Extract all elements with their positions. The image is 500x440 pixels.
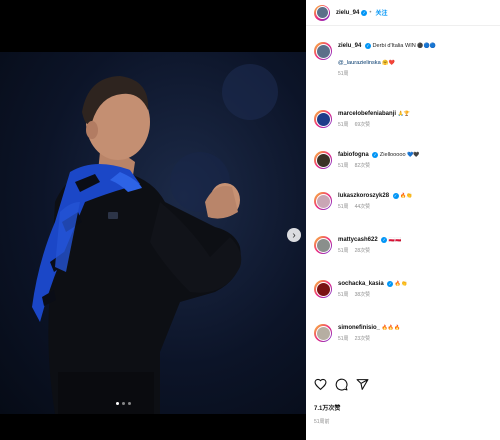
verified-badge-icon: ✓ [392,192,399,199]
comment-icon[interactable] [335,378,348,391]
commenter-avatar[interactable] [314,151,332,169]
likes-count[interactable]: 7.1万次赞 [314,403,340,412]
commenter-avatar[interactable] [314,236,332,254]
comment-time: 51周 [338,292,349,298]
author-username[interactable]: zielu_94 [336,10,359,16]
comment-username[interactable]: mattycash622 [338,237,378,243]
carousel-dot [122,402,125,405]
separator-dot: • [369,9,372,16]
player-illustration [32,64,278,414]
caption-username[interactable]: zielu_94 [338,43,361,49]
commenter-avatar[interactable] [314,280,332,298]
comment-time: 51周 [338,204,349,210]
comment-time: 51周 [338,163,349,169]
comment-likes[interactable]: 44次赞 [355,204,371,210]
caption-emoji-icons: ⚫🔵🔵 [417,43,437,49]
action-bar [314,378,369,391]
carousel-dot [116,402,119,405]
commenter-avatar[interactable] [314,324,332,342]
comment-emoji-icons: 🔥👏 [400,193,413,199]
verified-badge-icon: ✓ [387,280,394,287]
comment-likes[interactable]: 28次赞 [355,248,371,254]
comment-time: 51周 [338,336,349,342]
comment-time: 51周 [338,248,349,254]
caption-avatar[interactable] [314,42,332,60]
commenter-avatar[interactable] [314,192,332,210]
comment-item: fabiofogna ✓ Ziellooooo 💙🖤 51周 82次赞 [314,151,420,171]
post-header: zielu_94 ✓ • 关注 [306,0,500,26]
comment-item: lukaszkoroszyk28 ✓ 🔥👏 51周 44次赞 [314,192,413,212]
comment-emoji-icons: 🔥👏 [394,281,408,287]
comment-emoji-icons: 🙏🏆 [397,111,411,117]
comment-item: marcelobefeniabanji 🙏🏆 51周 69次赞 [314,110,410,130]
mention-emoji-icons: 🤗❤️ [382,60,395,66]
comments-panel: zielu_94 ✓ • 关注 zielu_94 ✓ Derbi d'Itali… [306,0,500,440]
author-avatar[interactable] [314,4,330,21]
next-arrow-icon[interactable]: › [287,228,301,242]
heart-icon[interactable] [314,378,327,391]
caption-text: Derbi d'Italia WIN [372,43,416,49]
comment-username[interactable]: sochacka_kasia [338,281,384,287]
comment-likes[interactable]: 82次赞 [355,163,371,169]
comment-likes[interactable]: 23次赞 [355,336,371,342]
comment-likes[interactable]: 69次赞 [355,122,371,128]
commenter-avatar[interactable] [314,110,332,128]
follow-button[interactable]: 关注 [375,8,387,17]
caption-mention[interactable]: @_laurazielinska [338,60,381,66]
carousel-dot [128,402,131,405]
post-modal: › zielu_94 ✓ • 关注 zielu_94 ✓ Derbi d'Ita… [0,0,500,440]
comment-likes[interactable]: 38次赞 [355,292,371,298]
post-photo[interactable] [0,52,306,414]
comment-emoji-icons: 🇵🇱🇵🇱 [388,237,402,243]
share-icon[interactable] [356,378,369,391]
comment-emoji-icons: 🔥🔥🔥 [381,325,401,331]
verified-badge-icon: ✓ [372,151,379,158]
comment-item: mattycash622 ✓ 🇵🇱🇵🇱 51周 28次赞 [314,236,401,256]
carousel-dots [116,402,131,405]
verified-badge-icon: ✓ [364,42,371,49]
comment-text: Ziellooooo [379,152,406,158]
post-date: 51周前 [314,419,330,425]
caption-item: zielu_94 ✓ Derbi d'Italia WIN ⚫🔵🔵 @_laur… [314,42,436,79]
caption-time: 51周 [338,71,349,77]
comment-time: 51周 [338,122,349,128]
comment-username[interactable]: marcelobefeniabanji [338,111,396,117]
verified-badge-icon: ✓ [361,9,368,16]
comment-username[interactable]: fabiofogna [338,152,369,158]
comment-item: simonefinisio_ 🔥🔥🔥 51周 23次赞 [314,324,400,344]
comment-username[interactable]: lukaszkoroszyk28 [338,193,389,199]
comments-list: zielu_94 ✓ Derbi d'Italia WIN ⚫🔵🔵 @_laur… [306,26,500,366]
comment-username[interactable]: simonefinisio_ [338,325,380,331]
media-panel: › [0,0,306,440]
comment-item: sochacka_kasia ✓ 🔥👏 51周 38次赞 [314,280,407,300]
comment-emoji-icons: 💙🖤 [407,152,420,158]
verified-badge-icon: ✓ [381,236,388,243]
